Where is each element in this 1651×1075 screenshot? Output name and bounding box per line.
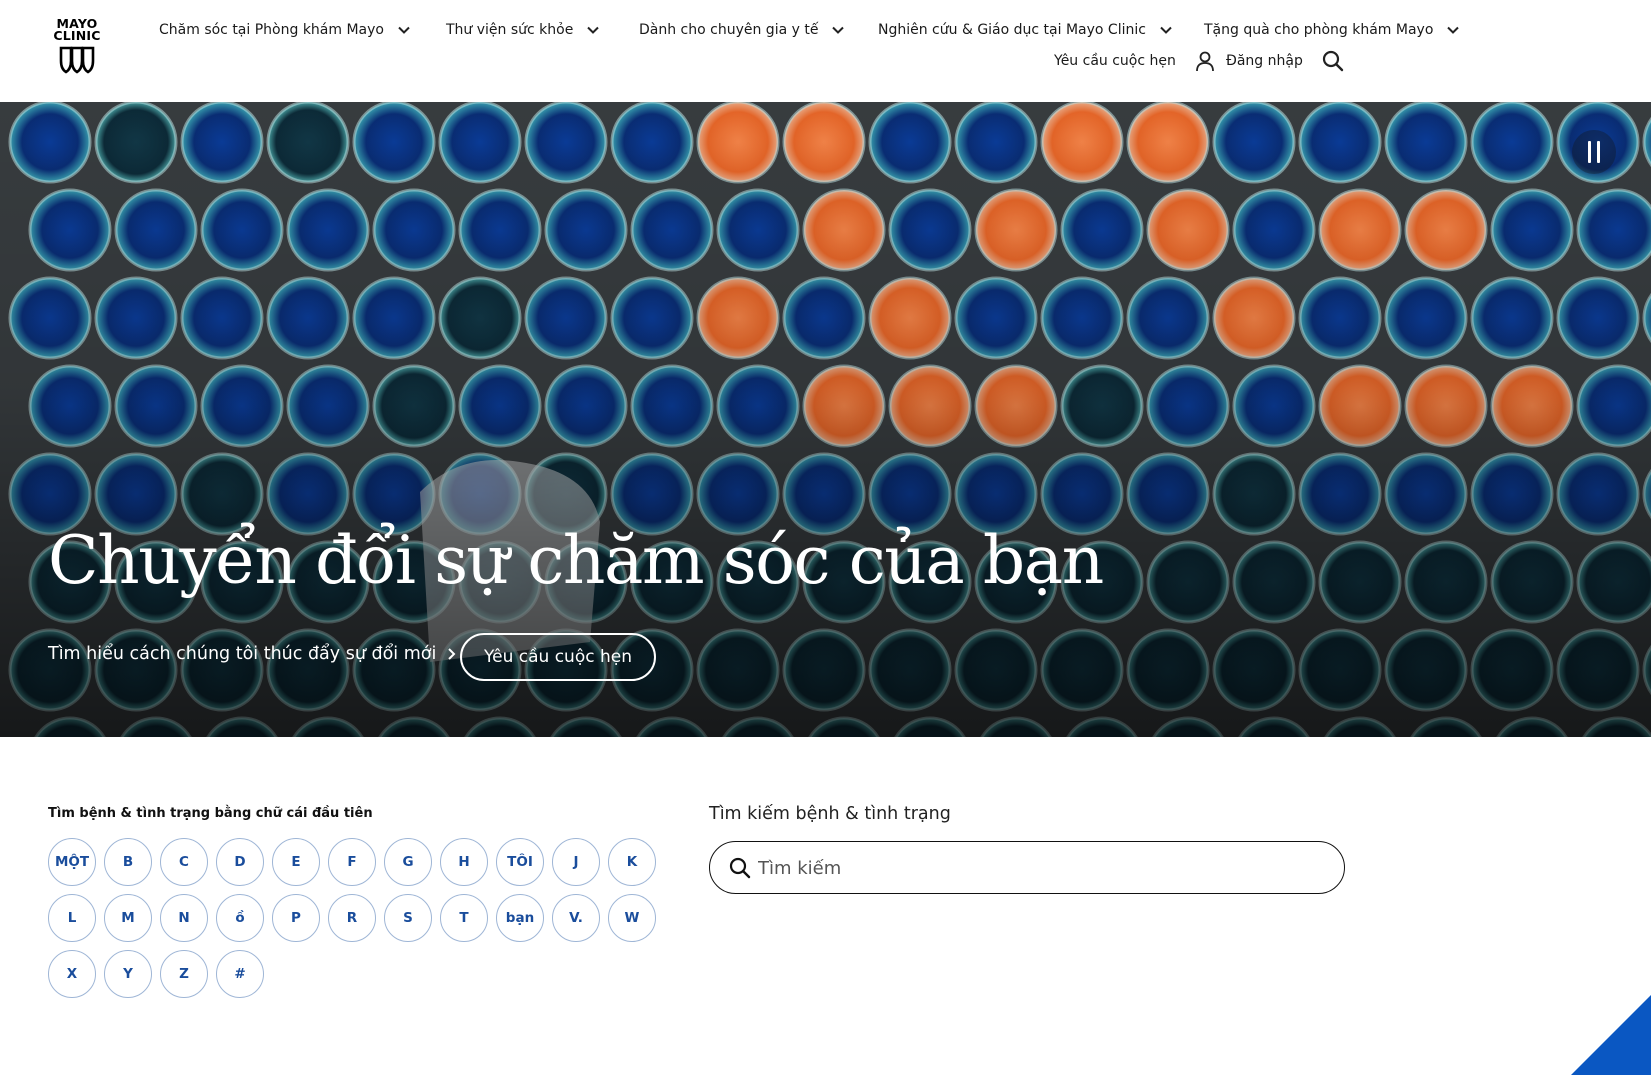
az-letter-button[interactable]: M	[104, 894, 152, 942]
az-letter-button[interactable]: Y	[104, 950, 152, 998]
hero-title: Chuyển đổi sự chăm sóc của bạn	[48, 522, 1104, 599]
nav-item-label: Nghiên cứu & Giáo dục tại Mayo Clinic	[878, 22, 1146, 38]
pause-icon-bar	[1597, 141, 1600, 163]
az-letter-button[interactable]: T	[440, 894, 488, 942]
az-letter-button[interactable]: TÔI	[496, 838, 544, 886]
az-letter-button[interactable]: ồ	[216, 894, 264, 942]
az-letter-button[interactable]: S	[384, 894, 432, 942]
nav-item-label: Tặng quà cho phòng khám Mayo	[1204, 22, 1434, 38]
condition-search-box	[709, 841, 1345, 894]
chevron-down-icon	[1160, 26, 1172, 34]
nav-item-professionals[interactable]: Dành cho chuyên gia y tế	[639, 22, 846, 38]
az-letter-button[interactable]: E	[272, 838, 320, 886]
user-icon	[1196, 51, 1214, 72]
az-letter-button[interactable]: P	[272, 894, 320, 942]
az-letter-button[interactable]: G	[384, 838, 432, 886]
az-letter-button[interactable]: W	[608, 894, 656, 942]
chevron-down-icon	[587, 26, 600, 34]
az-letter-button[interactable]: X	[48, 950, 96, 998]
az-letter-button[interactable]: V.	[552, 894, 600, 942]
appointment-link-label: Yêu cầu cuộc hẹn	[1054, 53, 1176, 69]
az-letter-button[interactable]: Z	[160, 950, 208, 998]
request-appointment-label: Yêu cầu cuộc hẹn	[484, 647, 632, 667]
main-nav: Chăm sóc tại Phòng khám Mayo Thư viện sứ…	[0, 22, 1651, 46]
shields-icon	[59, 46, 95, 74]
chevron-right-icon	[448, 648, 456, 660]
pause-video-button[interactable]	[1572, 130, 1616, 174]
innovation-link[interactable]: Tìm hiểu cách chúng tôi thúc đẩy sự đổi …	[48, 644, 458, 664]
condition-search-label: Tìm kiếm bệnh & tình trạng	[709, 804, 951, 824]
search-button[interactable]	[1321, 50, 1345, 72]
nav-item-label: Thư viện sức khỏe	[446, 22, 574, 38]
az-letter-button[interactable]: K	[608, 838, 656, 886]
request-appointment-button[interactable]: Yêu cầu cuộc hẹn	[460, 633, 656, 681]
az-section-title: Tìm bệnh & tình trạng bằng chữ cái đầu t…	[48, 806, 373, 821]
nav-item-care[interactable]: Chăm sóc tại Phòng khám Mayo	[159, 22, 412, 38]
innovation-link-label: Tìm hiểu cách chúng tôi thúc đẩy sự đổi …	[48, 644, 437, 664]
chevron-down-icon	[398, 26, 410, 34]
site-header: MAYO CLINIC Chăm sóc tại Phòng khám Mayo…	[0, 0, 1651, 102]
az-letter-button[interactable]: N	[160, 894, 208, 942]
pause-icon	[1588, 141, 1591, 163]
nav-item-health-library[interactable]: Thư viện sức khỏe	[446, 22, 601, 38]
login-label: Đăng nhập	[1226, 53, 1303, 69]
condition-search-input[interactable]	[758, 854, 1328, 882]
az-letter-button[interactable]: H	[440, 838, 488, 886]
az-letter-button[interactable]: MỘT	[48, 838, 96, 886]
chevron-down-icon	[1447, 26, 1460, 34]
az-letter-button[interactable]: D	[216, 838, 264, 886]
search-icon	[729, 857, 751, 879]
hero-overlay	[0, 102, 1651, 737]
az-letter-button[interactable]: bạn	[496, 894, 544, 942]
appointment-link[interactable]: Yêu cầu cuộc hẹn	[1054, 50, 1176, 72]
az-letter-button[interactable]: L	[48, 894, 96, 942]
az-letter-button[interactable]: #	[216, 950, 264, 998]
hero-banner: Chuyển đổi sự chăm sóc của bạn Tìm hiểu …	[0, 102, 1651, 737]
az-letter-button[interactable]: F	[328, 838, 376, 886]
nav-item-research[interactable]: Nghiên cứu & Giáo dục tại Mayo Clinic	[878, 22, 1174, 38]
az-letter-button[interactable]: J	[552, 838, 600, 886]
az-letter-button[interactable]: R	[328, 894, 376, 942]
search-icon	[1322, 50, 1344, 72]
az-letter-button[interactable]: C	[160, 838, 208, 886]
nav-item-label: Chăm sóc tại Phòng khám Mayo	[159, 22, 384, 38]
nav-item-giving[interactable]: Tặng quà cho phòng khám Mayo	[1204, 22, 1461, 38]
login-link[interactable]: Đăng nhập	[1194, 50, 1303, 72]
chevron-down-icon	[832, 26, 845, 34]
nav-item-label: Dành cho chuyên gia y tế	[639, 22, 819, 38]
az-letter-button[interactable]: B	[104, 838, 152, 886]
